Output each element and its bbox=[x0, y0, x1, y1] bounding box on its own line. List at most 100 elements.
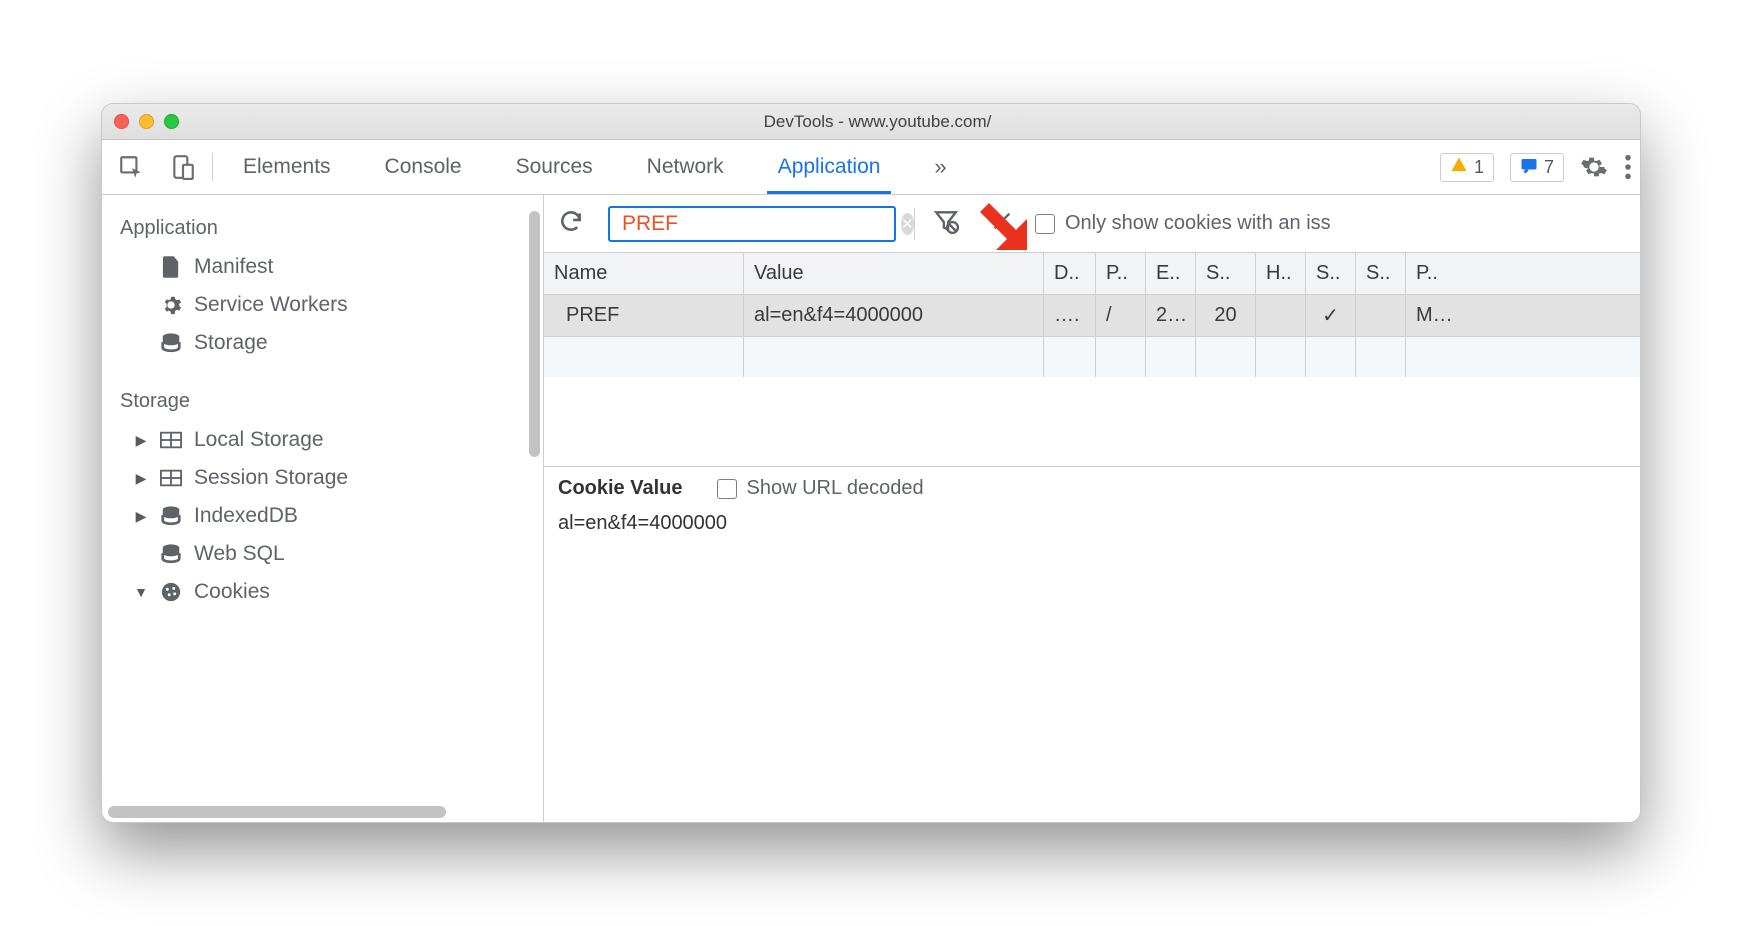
table-icon bbox=[158, 431, 184, 449]
cell-samesite bbox=[1356, 295, 1406, 336]
clear-filter-icon[interactable]: ✕ bbox=[901, 213, 914, 235]
sidebar-item-label: Storage bbox=[194, 331, 268, 355]
window-title: DevTools - www.youtube.com/ bbox=[179, 112, 1576, 132]
cell-expires: 2… bbox=[1146, 295, 1196, 336]
disclosure-triangle-icon[interactable]: ▶ bbox=[134, 470, 148, 487]
sidebar-item-label: Session Storage bbox=[194, 466, 348, 490]
disclosure-triangle-icon[interactable]: ▶ bbox=[134, 432, 148, 449]
cell-httponly bbox=[1256, 295, 1306, 336]
tab-elements[interactable]: Elements bbox=[233, 141, 341, 193]
database-icon bbox=[158, 332, 184, 354]
sidebar-item-indexeddb[interactable]: ▶ IndexedDB bbox=[102, 497, 543, 535]
gear-icon bbox=[158, 294, 184, 316]
col-priority[interactable]: P.. bbox=[1406, 253, 1478, 294]
cookie-detail-pane: Cookie Value Show URL decoded al=en&f4=4… bbox=[544, 467, 1640, 822]
sidebar-item-cookies[interactable]: ▼ Cookies bbox=[102, 573, 543, 611]
zoom-window-button[interactable] bbox=[164, 114, 179, 129]
cell-size: 20 bbox=[1196, 295, 1256, 336]
settings-icon[interactable] bbox=[1580, 153, 1608, 181]
sidebar-item-service-workers[interactable]: Service Workers bbox=[102, 286, 543, 324]
sidebar-scrollbar[interactable] bbox=[529, 211, 540, 457]
application-sidebar: Application Manifest Service Workers bbox=[102, 195, 544, 822]
col-size[interactable]: S.. bbox=[1196, 253, 1256, 294]
messages-badge[interactable]: 7 bbox=[1510, 153, 1564, 182]
device-toggle-icon[interactable] bbox=[170, 152, 196, 182]
cookies-toolbar: ✕ Only show cookies with an iss bbox=[544, 195, 1640, 253]
sidebar-item-label: Manifest bbox=[194, 255, 273, 279]
minimize-window-button[interactable] bbox=[139, 114, 154, 129]
table-row-empty bbox=[544, 337, 1640, 377]
detail-header: Cookie Value bbox=[558, 477, 683, 500]
table-icon bbox=[158, 469, 184, 487]
sidebar-item-label: Web SQL bbox=[194, 542, 285, 566]
col-name[interactable]: Name bbox=[544, 253, 744, 294]
cell-name: PREF bbox=[544, 295, 744, 336]
separator bbox=[212, 153, 213, 181]
sidebar-item-local-storage[interactable]: ▶ Local Storage bbox=[102, 421, 543, 459]
tab-console[interactable]: Console bbox=[375, 141, 472, 193]
col-path[interactable]: P.. bbox=[1096, 253, 1146, 294]
sidebar-item-web-sql[interactable]: Web SQL bbox=[102, 535, 543, 573]
sidebar-item-label: Cookies bbox=[194, 580, 270, 604]
sidebar-group-storage: Storage bbox=[102, 362, 543, 421]
devtools-toolbar: Elements Console Sources Network Applica… bbox=[102, 140, 1640, 195]
tab-sources[interactable]: Sources bbox=[506, 141, 603, 193]
col-httponly[interactable]: H.. bbox=[1256, 253, 1306, 294]
more-tabs-icon[interactable]: » bbox=[924, 154, 956, 180]
database-icon bbox=[158, 543, 184, 565]
table-body: PREF al=en&f4=4000000 …. / 2… 20 ✓ M… bbox=[544, 295, 1640, 377]
cell-domain: …. bbox=[1044, 295, 1096, 336]
col-secure[interactable]: S.. bbox=[1306, 253, 1356, 294]
col-domain[interactable]: D.. bbox=[1044, 253, 1096, 294]
window-controls bbox=[114, 114, 179, 129]
only-issues-checkbox[interactable]: Only show cookies with an iss bbox=[1035, 212, 1331, 235]
filter-input[interactable] bbox=[620, 211, 895, 237]
cell-priority: M… bbox=[1406, 295, 1478, 336]
sidebar-group-application: Application bbox=[102, 205, 543, 248]
devtools-window: DevTools - www.youtube.com/ Elements Con… bbox=[101, 103, 1641, 823]
show-decoded-label: Show URL decoded bbox=[747, 477, 924, 500]
cookie-detail-value: al=en&f4=4000000 bbox=[558, 512, 1626, 535]
sidebar-item-label: Service Workers bbox=[194, 293, 348, 317]
col-samesite[interactable]: S.. bbox=[1356, 253, 1406, 294]
cell-value: al=en&f4=4000000 bbox=[744, 295, 1044, 336]
filter-input-container: ✕ bbox=[608, 206, 896, 242]
warnings-badge[interactable]: 1 bbox=[1440, 153, 1494, 182]
titlebar: DevTools - www.youtube.com/ bbox=[102, 104, 1640, 140]
panel-tabs: Elements Console Sources Network Applica… bbox=[233, 141, 1424, 193]
sidebar-item-manifest[interactable]: Manifest bbox=[102, 248, 543, 286]
sidebar-item-storage[interactable]: Storage bbox=[102, 324, 543, 362]
document-icon bbox=[158, 256, 184, 278]
col-expires[interactable]: E.. bbox=[1146, 253, 1196, 294]
devtools-body: Application Manifest Service Workers bbox=[102, 195, 1640, 822]
clear-all-icon[interactable] bbox=[991, 208, 1013, 239]
sidebar-item-label: Local Storage bbox=[194, 428, 324, 452]
cookie-icon bbox=[158, 581, 184, 603]
inspect-element-icon[interactable] bbox=[118, 154, 144, 180]
messages-count: 7 bbox=[1544, 157, 1554, 178]
col-value[interactable]: Value bbox=[744, 253, 1044, 294]
database-icon bbox=[158, 505, 184, 527]
reload-icon[interactable] bbox=[558, 208, 584, 239]
tab-network[interactable]: Network bbox=[637, 141, 734, 193]
checkbox-icon bbox=[1035, 214, 1055, 234]
only-issues-label: Only show cookies with an iss bbox=[1065, 212, 1331, 235]
scrollbar-thumb[interactable] bbox=[108, 806, 446, 818]
clear-filtered-icon[interactable] bbox=[933, 208, 959, 239]
sidebar-item-session-storage[interactable]: ▶ Session Storage bbox=[102, 459, 543, 497]
disclosure-triangle-icon[interactable]: ▶ bbox=[134, 508, 148, 525]
warning-icon bbox=[1450, 156, 1468, 179]
disclosure-triangle-down-icon[interactable]: ▼ bbox=[134, 584, 148, 600]
checkbox-icon bbox=[717, 479, 737, 499]
kebab-menu-icon[interactable] bbox=[1624, 153, 1632, 181]
show-decoded-checkbox[interactable]: Show URL decoded bbox=[717, 477, 924, 500]
sidebar-item-label: IndexedDB bbox=[194, 504, 298, 528]
tab-application[interactable]: Application bbox=[768, 141, 891, 193]
sidebar-hscroll[interactable] bbox=[102, 802, 543, 822]
cookies-main-panel: ✕ Only show cookies with an iss bbox=[544, 195, 1640, 822]
close-window-button[interactable] bbox=[114, 114, 129, 129]
table-row[interactable]: PREF al=en&f4=4000000 …. / 2… 20 ✓ M… bbox=[544, 295, 1640, 337]
table-header: Name Value D.. P.. E.. S.. H.. S.. S.. P… bbox=[544, 253, 1640, 295]
cell-secure: ✓ bbox=[1306, 295, 1356, 336]
cookies-table: Name Value D.. P.. E.. S.. H.. S.. S.. P… bbox=[544, 253, 1640, 467]
